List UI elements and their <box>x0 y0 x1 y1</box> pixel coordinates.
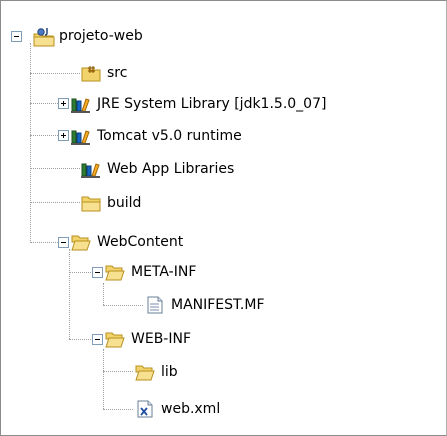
library-icon <box>81 160 101 178</box>
tree-node-label: Web App Libraries <box>107 161 235 177</box>
folder-open-icon <box>71 233 91 251</box>
collapse-toggle-meta-inf[interactable] <box>92 267 103 278</box>
tree-node-label: Tomcat v5.0 runtime <box>97 128 242 144</box>
tree-node-label: build <box>107 195 142 211</box>
tree-node-build[interactable]: build <box>81 192 141 214</box>
tree-guide-line <box>30 168 80 169</box>
expand-toggle-jre[interactable] <box>58 98 69 109</box>
collapse-toggle-web-inf[interactable] <box>92 334 103 345</box>
tree-node-label: projeto-web <box>59 28 143 44</box>
library-icon <box>71 127 91 145</box>
tree-guide-line <box>103 283 104 305</box>
tree-guide-line <box>103 409 133 410</box>
tree-node-web-xml[interactable]: web.xml <box>135 398 220 420</box>
tree-node-meta-inf[interactable]: META-INF <box>105 261 196 283</box>
tree-node-web-app-libraries[interactable]: Web App Libraries <box>81 158 234 180</box>
tree-node-label: JRE System Library [jdk1.5.0_07] <box>97 96 327 112</box>
tree-node-label: WebContent <box>97 234 184 250</box>
tree-node-label: src <box>107 65 128 81</box>
expand-toggle-tomcat[interactable] <box>58 130 69 141</box>
tree-node-label: MANIFEST.MF <box>171 297 265 313</box>
java-project-icon <box>33 27 55 47</box>
tree-guide-line <box>103 371 133 372</box>
tree-guide-line <box>30 73 80 74</box>
tree-node-lib[interactable]: lib <box>135 361 178 383</box>
tree-node-web-inf[interactable]: WEB-INF <box>105 328 191 350</box>
package-explorer-panel: projeto-web src JRE System Library [jdk1… <box>0 0 447 436</box>
tree-guide-line <box>69 249 70 339</box>
file-icon <box>145 296 165 314</box>
collapse-toggle-projeto-web[interactable] <box>11 31 22 42</box>
tree-node-jre-library[interactable]: JRE System Library [jdk1.5.0_07] <box>71 93 326 115</box>
tree-node-projeto-web[interactable]: projeto-web <box>33 25 143 47</box>
folder-open-icon <box>105 263 125 281</box>
tree-node-label: WEB-INF <box>131 331 191 347</box>
collapse-toggle-webcontent[interactable] <box>58 237 69 248</box>
library-icon <box>71 95 91 113</box>
folder-open-icon <box>105 330 125 348</box>
xml-file-icon <box>135 400 155 418</box>
tree-node-label: META-INF <box>131 264 197 280</box>
tree-node-webcontent[interactable]: WebContent <box>71 231 183 253</box>
project-tree: projeto-web src JRE System Library [jdk1… <box>1 1 446 435</box>
tree-node-src[interactable]: src <box>81 62 127 84</box>
source-folder-icon <box>81 64 101 82</box>
tree-node-label: web.xml <box>161 401 221 417</box>
tree-guide-line <box>103 305 143 306</box>
tree-guide-line <box>103 349 104 409</box>
tree-node-manifest[interactable]: MANIFEST.MF <box>145 294 265 316</box>
folder-open-icon <box>135 363 155 381</box>
tree-guide-line <box>30 202 80 203</box>
folder-icon <box>81 194 101 212</box>
tree-node-label: lib <box>161 364 178 380</box>
tree-node-tomcat-runtime[interactable]: Tomcat v5.0 runtime <box>71 125 242 147</box>
